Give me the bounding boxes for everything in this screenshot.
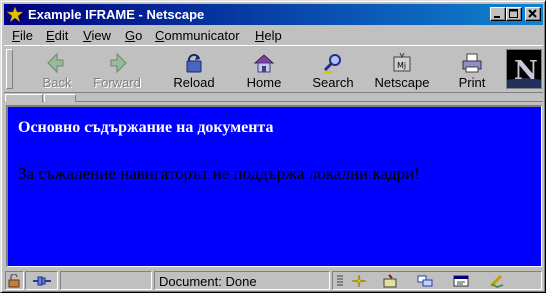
page-heading: Основно съдържание на документа	[18, 119, 274, 136]
toolbar-tab-location[interactable]	[5, 94, 43, 102]
print-button[interactable]: Print	[442, 48, 502, 92]
connection-icon	[33, 276, 51, 286]
svg-text:Mj: Mj	[397, 61, 406, 70]
address-book-icon[interactable]	[489, 274, 505, 288]
page-content: Основно съдържание на документа За съжал…	[6, 105, 542, 267]
composer-icon[interactable]	[453, 274, 469, 288]
search-button[interactable]: Search	[303, 48, 363, 92]
reload-button[interactable]: Reload	[164, 48, 224, 92]
window-title: Example IFRAME - Netscape	[28, 7, 205, 22]
menu-communicator[interactable]: Communicator	[155, 28, 240, 43]
print-label: Print	[458, 75, 486, 90]
svg-text:N: N	[514, 56, 538, 86]
home-icon	[253, 54, 275, 73]
netscape-label: Netscape	[374, 75, 430, 90]
search-label: Search	[312, 75, 354, 90]
progress-area	[60, 271, 152, 290]
menu-bar: File Edit View Go Communicator Help	[4, 26, 543, 45]
discussion-icon[interactable]	[417, 274, 433, 288]
forward-arrow-icon	[110, 52, 127, 74]
security-lock-icon	[8, 274, 20, 288]
home-label: Home	[246, 75, 282, 90]
netscape-icon: Mj	[393, 52, 411, 72]
mail-icon[interactable]	[383, 274, 399, 288]
component-bar-grip-icon[interactable]	[336, 274, 344, 288]
status-message-area: Document: Done	[154, 271, 330, 290]
iframe-fallback-message: За съжаление навигаторът не поддържа лок…	[18, 164, 420, 183]
close-icon	[528, 9, 537, 18]
maximize-icon	[509, 9, 518, 18]
menu-help[interactable]: Help	[255, 28, 282, 43]
collapsed-toolbar-tabs	[4, 94, 543, 102]
menu-view[interactable]: View	[83, 28, 111, 43]
status-text: Document: Done	[159, 274, 257, 289]
menu-file[interactable]: File	[12, 28, 33, 43]
netscape-button[interactable]: Mj Netscape	[372, 48, 432, 92]
reload-label: Reload	[173, 75, 215, 90]
back-button[interactable]: Back	[27, 48, 87, 92]
menu-go[interactable]: Go	[125, 28, 142, 43]
netscape-n-icon: N	[507, 50, 541, 88]
browser-window: Example IFRAME - Netscape File Edit View…	[0, 0, 546, 293]
reload-icon	[186, 53, 202, 73]
toolbar-tab-personal[interactable]	[44, 94, 76, 102]
maximize-button[interactable]	[506, 7, 522, 21]
forward-button[interactable]: Forward	[87, 48, 147, 92]
minimize-icon	[494, 16, 500, 18]
component-bar	[332, 271, 542, 290]
navigation-toolbar: Back Forward Reload Home Search Mj Netsc…	[4, 45, 543, 93]
menu-edit[interactable]: Edit	[46, 28, 68, 43]
home-button[interactable]: Home	[234, 48, 294, 92]
status-bar: Document: Done	[4, 270, 543, 290]
connection-indicator[interactable]	[25, 271, 58, 290]
minimize-button[interactable]	[490, 7, 506, 21]
search-icon	[323, 54, 341, 73]
back-arrow-icon	[47, 52, 64, 74]
netscape-app-icon	[6, 6, 24, 23]
title-bar: Example IFRAME - Netscape	[4, 4, 543, 25]
forward-label: Forward	[93, 75, 141, 90]
security-indicator[interactable]	[5, 271, 24, 290]
netscape-logo[interactable]: N	[506, 49, 542, 89]
close-button[interactable]	[525, 7, 541, 21]
back-label: Back	[42, 75, 72, 90]
toolbar-grip-handle[interactable]	[6, 49, 13, 89]
print-icon	[462, 53, 482, 73]
navigator-icon[interactable]	[351, 274, 367, 288]
